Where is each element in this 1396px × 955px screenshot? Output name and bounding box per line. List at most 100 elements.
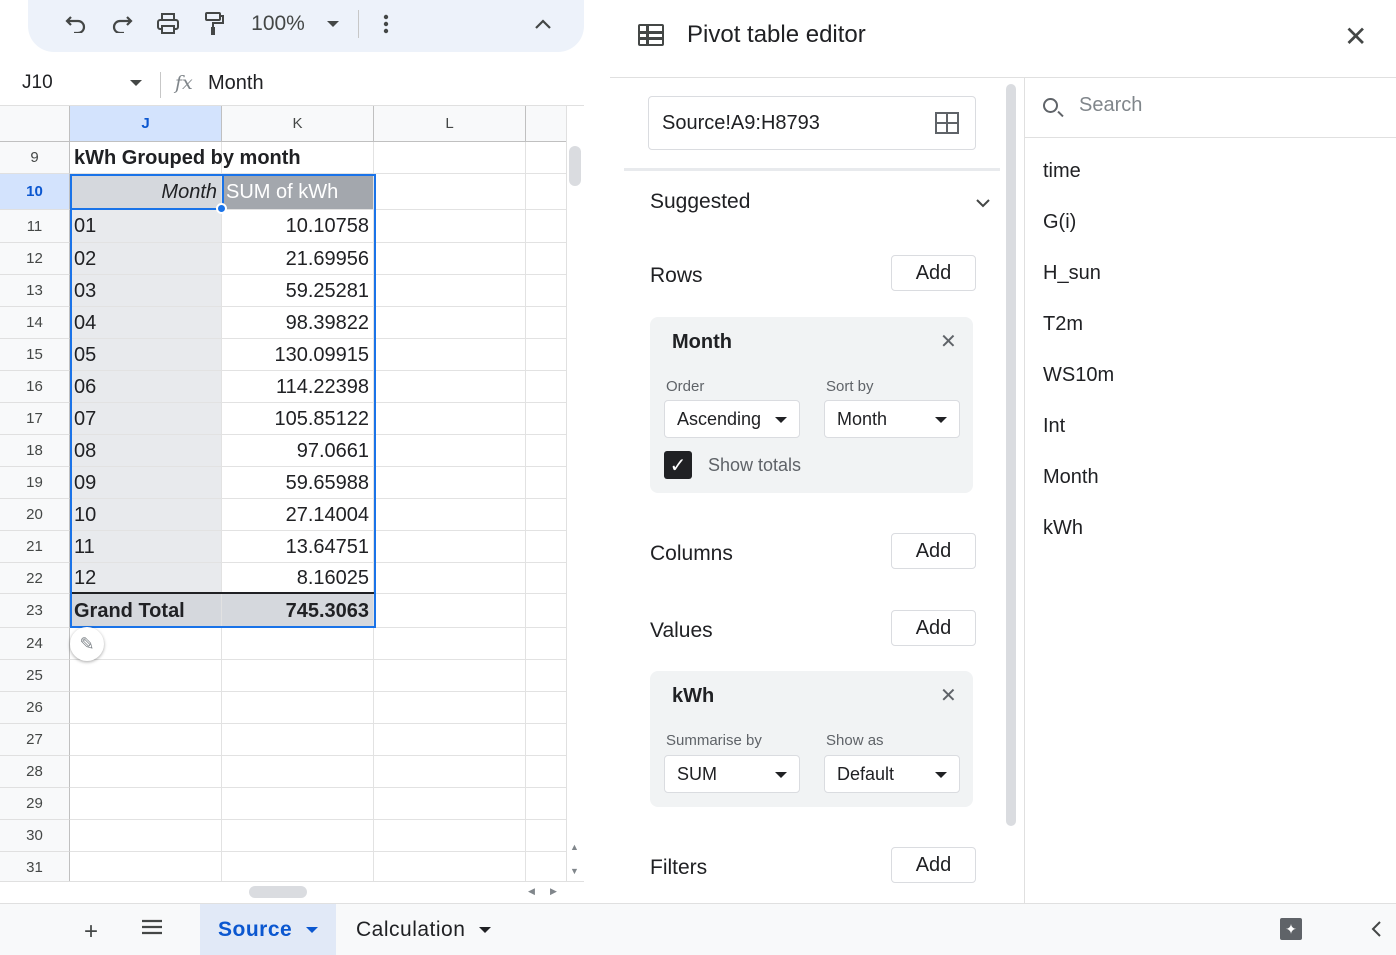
cell-k[interactable]: 21.69956 [222,243,374,275]
cell-j[interactable] [70,692,222,724]
cell-j[interactable]: kWh Grouped by month [70,142,301,174]
row-header[interactable]: 24 [0,628,70,660]
column-header-l[interactable]: L [374,106,526,142]
row-header[interactable]: 16 [0,371,70,403]
cell-k[interactable] [222,628,374,660]
fill-handle[interactable] [216,203,227,214]
add-sheet-icon[interactable]: + [84,918,98,946]
row-header[interactable]: 26 [0,692,70,724]
row-header[interactable]: 20 [0,499,70,531]
row-header[interactable]: 17 [0,403,70,435]
cell-k[interactable] [222,756,374,788]
row-header[interactable]: 23 [0,594,70,628]
row-header[interactable]: 9 [0,142,70,174]
name-box-caret-icon[interactable] [130,80,142,86]
cell-k[interactable] [222,142,374,174]
scroll-down-icon[interactable]: ▼ [570,866,579,876]
cell-l[interactable] [374,174,526,210]
remove-row-field-close-icon[interactable]: ✕ [940,329,957,354]
values-add-button[interactable]: Add [891,610,976,646]
cell-j[interactable] [70,852,222,881]
cell-k[interactable]: 59.65988 [222,467,374,499]
redo-icon[interactable] [106,8,138,40]
cell-k[interactable]: 105.85122 [222,403,374,435]
cell-l[interactable] [374,724,526,756]
remove-value-field-close-icon[interactable]: ✕ [940,683,957,708]
columns-add-button[interactable]: Add [891,533,976,569]
column-header-k[interactable]: K [222,106,374,142]
cell-l[interactable] [374,243,526,275]
cell-j[interactable]: 06 [70,371,222,403]
summarise-select[interactable]: SUM [664,755,800,793]
caret-down-icon[interactable] [479,927,492,933]
cell-k[interactable]: SUM of kWh [222,174,374,210]
row-header[interactable]: 19 [0,467,70,499]
cell-j[interactable]: 08 [70,435,222,467]
grand-total-value[interactable]: 745.3063 [222,594,374,628]
cell-k[interactable] [222,724,374,756]
cell-j[interactable]: 10 [70,499,222,531]
row-header[interactable]: 25 [0,660,70,692]
caret-down-icon[interactable] [306,927,319,933]
row-header[interactable]: 18 [0,435,70,467]
cell-l[interactable] [374,594,526,628]
cell-l[interactable] [374,371,526,403]
zoom-select[interactable]: 100% [246,8,310,40]
cell-j[interactable]: 03 [70,275,222,307]
cell-j[interactable] [70,756,222,788]
close-icon[interactable]: ✕ [1344,20,1367,53]
row-header[interactable]: 15 [0,339,70,371]
cell-j[interactable] [70,660,222,692]
scroll-up-icon[interactable]: ▲ [570,842,579,852]
cell-j[interactable]: Month [70,174,222,210]
field-item[interactable]: H_sun [1043,262,1101,285]
sortby-select[interactable]: Month [824,400,960,438]
cell-l[interactable] [374,210,526,243]
row-header[interactable]: 21 [0,531,70,563]
cell-l[interactable] [374,435,526,467]
formula-input[interactable]: Month [208,72,264,95]
horizontal-scroll-thumb[interactable] [249,886,307,898]
row-header[interactable]: 11 [0,210,70,243]
zoom-caret-icon[interactable] [324,8,342,40]
row-header[interactable]: 30 [0,820,70,852]
edit-pivot-pencil-icon[interactable]: ✎ [70,627,104,661]
cell-j[interactable]: 07 [70,403,222,435]
cell-k[interactable]: 98.39822 [222,307,374,339]
cell-l[interactable] [374,307,526,339]
cell-j[interactable]: 01 [70,210,222,243]
cell-k[interactable] [222,852,374,881]
row-header[interactable]: 14 [0,307,70,339]
cell-l[interactable] [374,142,526,174]
row-header[interactable]: 12 [0,243,70,275]
field-item[interactable]: time [1043,160,1081,183]
cell-l[interactable] [374,499,526,531]
all-sheets-menu-icon[interactable] [140,916,164,944]
select-range-icon[interactable] [935,112,959,134]
row-header[interactable]: 27 [0,724,70,756]
source-range-field[interactable]: Source!A9:H8793 [648,96,976,150]
order-select[interactable]: Ascending [664,400,800,438]
field-item[interactable]: WS10m [1043,364,1114,387]
cell-l[interactable] [374,820,526,852]
row-header[interactable]: 29 [0,788,70,820]
cell-l[interactable] [374,628,526,660]
row-header[interactable]: 13 [0,275,70,307]
cell-j[interactable]: 09 [70,467,222,499]
cell-k[interactable]: 130.09915 [222,339,374,371]
column-header-j[interactable]: J [70,106,222,142]
sheet-tab-calculation[interactable]: Calculation [338,904,509,955]
cell-l[interactable] [374,275,526,307]
rows-add-button[interactable]: Add [891,255,976,291]
cell-l[interactable] [374,660,526,692]
cell-l[interactable] [374,852,526,881]
more-vert-icon[interactable] [376,8,396,40]
filters-add-button[interactable]: Add [891,847,976,883]
row-header[interactable]: 28 [0,756,70,788]
cell-k[interactable]: 59.25281 [222,275,374,307]
cell-k[interactable] [222,660,374,692]
cell-l[interactable] [374,563,526,594]
cell-j[interactable] [70,724,222,756]
field-item[interactable]: kWh [1043,517,1083,540]
collapse-up-icon[interactable] [528,8,558,40]
